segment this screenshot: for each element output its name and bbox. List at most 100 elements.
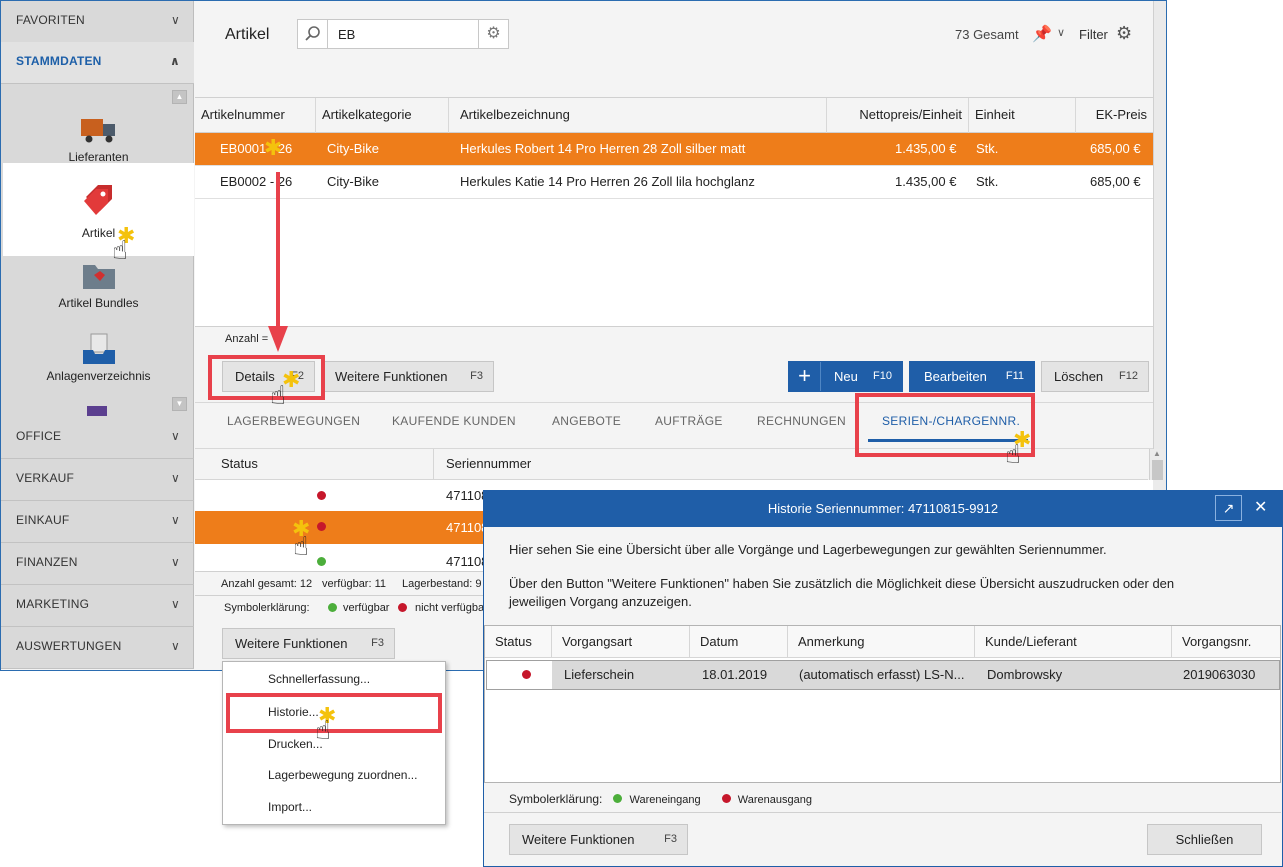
tab-lagerbewegungen[interactable]: LAGERBEWEGUNGEN [227, 414, 360, 428]
dialog-text-1: Hier sehen Sie eine Übersicht über alle … [509, 542, 1107, 557]
price-tag-icon [83, 185, 112, 215]
col-datum[interactable]: Datum [690, 626, 788, 658]
col-einheit[interactable]: Einheit [969, 98, 1076, 133]
filter-label[interactable]: Filter [1079, 27, 1108, 42]
plus-icon: + [789, 362, 821, 391]
status-red-dot [721, 794, 731, 803]
close-icon[interactable]: ✕ [1254, 497, 1267, 517]
search-icon[interactable] [298, 20, 328, 48]
history-table: Status Vorgangsart Datum Anmerkung Kunde… [484, 625, 1281, 783]
hand-cursor-icon: ☝ [270, 380, 286, 410]
tab-rechnungen[interactable]: RECHNUNGEN [757, 414, 846, 428]
context-menu: Schnellerfassung... Historie... Drucken.… [222, 661, 446, 825]
hand-cursor-icon: ☝ [112, 235, 128, 265]
chevron-down-icon: ∨ [171, 639, 180, 653]
sidebar-item-lieferanten[interactable]: Lieferanten [3, 111, 194, 164]
tab-auftraege[interactable]: AUFTRÄGE [655, 414, 723, 428]
folder-tag-icon [82, 265, 115, 289]
col-artikelkategorie[interactable]: Artikelkategorie [316, 98, 449, 133]
sidebar-section-verkauf[interactable]: VERKAUF ∨ [1, 459, 194, 501]
menu-item-schnellerfassung[interactable]: Schnellerfassung... [268, 672, 370, 686]
status-red-dot [522, 670, 531, 679]
sidebar-section-einkauf[interactable]: EINKAUF ∨ [1, 501, 194, 543]
arrow-line [276, 172, 280, 330]
serial-legend: Symbolerklärung: verfügbar nicht verfügb… [195, 595, 488, 621]
click-burst-icon: ✱ [264, 135, 283, 160]
sidebar-section-marketing[interactable]: MARKETING ∨ [1, 585, 194, 627]
sidebar-section-office[interactable]: OFFICE ∨ [1, 417, 194, 459]
inbox-tray-icon [82, 333, 115, 364]
col-artikelnummer[interactable]: Artikelnummer [195, 98, 316, 133]
sidebar-section-favoriten[interactable]: FAVORITEN ∨ [1, 1, 194, 43]
col-kunde-lieferant[interactable]: Kunde/Lieferant [975, 626, 1172, 658]
sidebar-section-finanzen[interactable]: FINANZEN ∨ [1, 543, 194, 585]
status-green-dot [613, 794, 623, 803]
status-red-dot [317, 491, 326, 500]
search-input[interactable]: EB [338, 27, 355, 42]
column-divider [433, 449, 434, 480]
sidebar-section-stammdaten[interactable]: STAMMDATEN ∧ [1, 42, 194, 84]
loeschen-button[interactable]: Löschen F12 [1041, 361, 1149, 392]
col-anmerkung[interactable]: Anmerkung [788, 626, 975, 658]
divider [484, 812, 1281, 813]
popout-icon[interactable]: ↗ [1215, 495, 1242, 521]
weitere-funktionen-button[interactable]: Weitere Funktionen F3 [322, 361, 494, 392]
scroll-up-button[interactable]: ▲ [172, 90, 187, 104]
table-row[interactable]: Lieferschein 18.01.2019 (automatisch erf… [486, 660, 1280, 690]
table-row[interactable]: EB0001 - 26 City-Bike Herkules Robert 14… [195, 133, 1153, 166]
serial-weitere-funktionen-button[interactable]: Weitere Funktionen F3 [222, 628, 395, 659]
dialog-text-2b: jeweiligen Vorgang anzuzeigen. [509, 594, 692, 609]
chevron-down-icon: ∨ [171, 13, 180, 27]
schliessen-button[interactable]: Schließen [1147, 824, 1262, 855]
grid-empty-area [195, 199, 1153, 326]
partial-item-icon [87, 406, 107, 416]
hand-cursor-icon: ☝ [1005, 439, 1021, 469]
hand-cursor-icon: ☝ [315, 715, 331, 745]
col-artikelbezeichnung[interactable]: Artikelbezeichnung [449, 98, 827, 133]
neu-button[interactable]: + Neu F10 [788, 361, 903, 392]
sidebar-item-artikel[interactable]: Artikel [3, 163, 194, 256]
col-status[interactable]: Status [485, 626, 552, 658]
chevron-up-icon: ∧ [170, 54, 180, 68]
table-row[interactable]: EB0002 - 26 City-Bike Herkules Katie 14 … [195, 166, 1153, 199]
sidebar: FAVORITEN ∨ STAMMDATEN ∧ ▲ Lieferanten A… [1, 1, 194, 669]
details-highlight [208, 355, 325, 400]
settings-gear-icon[interactable]: ⚙ [1116, 23, 1132, 44]
truck-icon [80, 119, 115, 143]
col-seriennummer[interactable]: Seriennummer [446, 456, 531, 471]
grid-header: Artikelnummer Artikelkategorie Artikelbe… [195, 97, 1153, 133]
chevron-down-icon: ∨ [171, 471, 180, 485]
col-ek-preis[interactable]: EK-Preis [1076, 98, 1153, 133]
page-title: Artikel [225, 26, 270, 43]
dialog-weitere-funktionen-button[interactable]: Weitere Funktionen F3 [509, 824, 688, 855]
sidebar-item-artikel-bundles[interactable]: Artikel Bundles [3, 261, 194, 316]
menu-item-import[interactable]: Import... [268, 800, 312, 814]
gear-icon[interactable]: ⚙ [478, 20, 508, 48]
tab-kaufende-kunden[interactable]: KAUFENDE KUNDEN [392, 414, 516, 428]
chevron-down-icon: ∨ [171, 597, 180, 611]
sidebar-section-auswertungen[interactable]: AUSWERTUNGEN ∨ [1, 627, 194, 669]
col-status[interactable]: Status [221, 456, 258, 471]
status-cell [487, 661, 552, 689]
search-box[interactable]: EB ⚙ [297, 19, 509, 49]
status-green-dot [328, 603, 337, 612]
chevron-down-icon[interactable]: ∨ [1057, 26, 1065, 39]
chevron-down-icon: ∨ [171, 513, 180, 527]
tab-angebote[interactable]: ANGEBOTE [552, 414, 621, 428]
grid-footer: Anzahl = [195, 326, 1153, 350]
col-nettopreis[interactable]: Nettopreis/Einheit [827, 98, 969, 133]
bearbeiten-button[interactable]: Bearbeiten F11 [909, 361, 1035, 392]
menu-item-lagerbewegung[interactable]: Lagerbewegung zuordnen... [268, 768, 417, 782]
chevron-down-icon: ∨ [171, 555, 180, 569]
scroll-down-button[interactable]: ▼ [172, 397, 187, 411]
status-green-dot [317, 557, 326, 566]
dialog-legend: Symbolerklärung: Wareneingang Warenausga… [509, 792, 812, 806]
col-vorgangsnr[interactable]: Vorgangsnr. [1172, 626, 1280, 658]
dialog-title: Historie Seriennummer: 47110815-9912 [483, 490, 1283, 527]
col-vorgangsart[interactable]: Vorgangsart [552, 626, 690, 658]
dialog-text-2a: Über den Button "Weitere Funktionen" hab… [509, 576, 1175, 591]
sidebar-item-anlagenverzeichnis[interactable]: Anlagenverzeichnis [3, 332, 194, 390]
pin-icon[interactable]: 📌 [1032, 24, 1052, 44]
arrow-head [268, 326, 288, 352]
serial-summary: Anzahl gesamt: 12 verfügbar: 11 Lagerbes… [195, 571, 485, 595]
